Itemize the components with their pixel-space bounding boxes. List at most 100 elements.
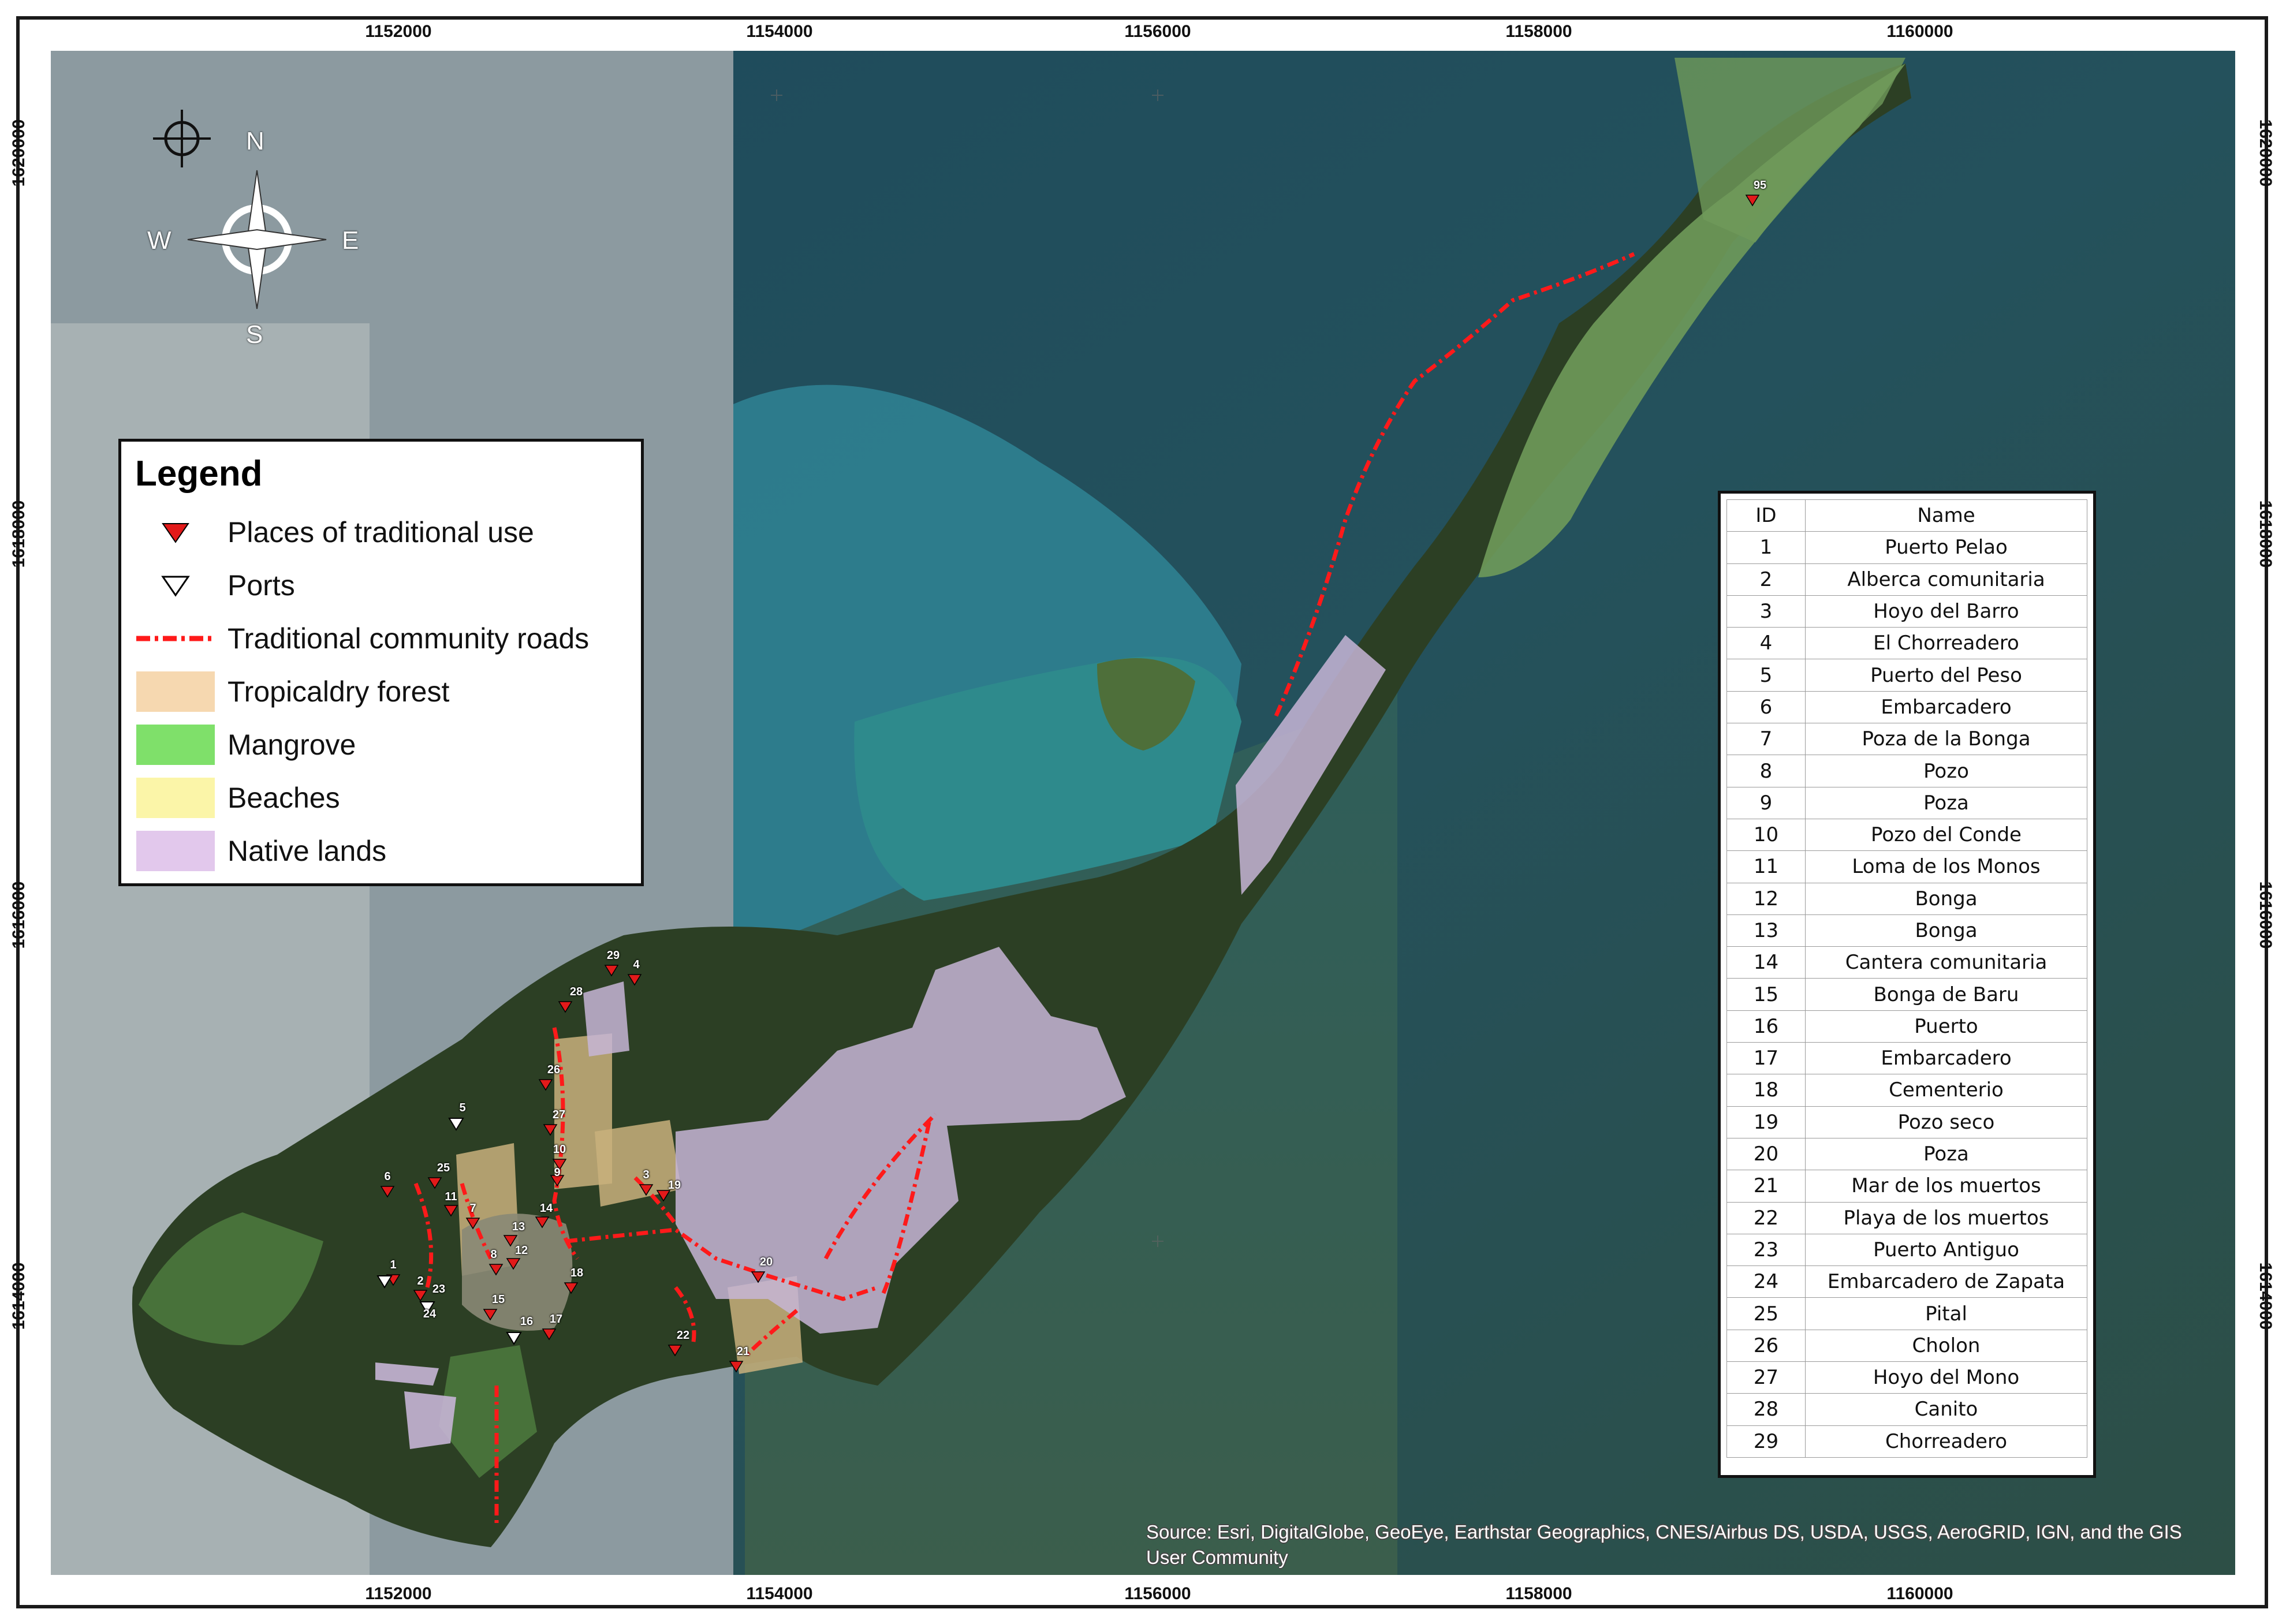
cell-name: Mar de los muertos bbox=[1805, 1170, 2087, 1203]
x-tick-top: 1154000 bbox=[746, 22, 813, 41]
table-row: 4 El Chorreadero bbox=[1726, 627, 2087, 660]
place-label: 27 bbox=[552, 1108, 566, 1121]
table-header-row: ID Name bbox=[1726, 499, 2087, 532]
y-tick-right: 1616000 bbox=[2256, 881, 2275, 949]
cell-id: 19 bbox=[1726, 1106, 1806, 1138]
cell-id: 16 bbox=[1726, 1010, 1806, 1043]
cell-id: 11 bbox=[1726, 850, 1806, 883]
table-row: 15 Bonga de Baru bbox=[1726, 978, 2087, 1011]
column-header-id: ID bbox=[1726, 499, 1806, 532]
table-row: 29 Chorreadero bbox=[1726, 1425, 2087, 1458]
x-tick-bottom: 1160000 bbox=[1886, 1584, 1953, 1603]
cell-name: Bonga bbox=[1805, 914, 2087, 947]
cell-name: Puerto Antiguo bbox=[1805, 1233, 2087, 1267]
cell-id: 23 bbox=[1726, 1233, 1806, 1267]
cell-id: 6 bbox=[1726, 690, 1806, 724]
x-tick-top: 1152000 bbox=[365, 22, 432, 41]
swatch bbox=[136, 725, 215, 765]
legend-item-label: Beaches bbox=[228, 782, 340, 814]
id-table-panel: ID Name 1 Puerto Pelao 2 Alberca comunitari… bbox=[1718, 491, 2096, 1478]
legend-item-label: Mangrove bbox=[228, 729, 356, 761]
cell-name: El Chorreadero bbox=[1805, 627, 2087, 660]
place-label: 15 bbox=[491, 1293, 505, 1306]
table-row: 24 Embarcadero de Zapata bbox=[1726, 1265, 2087, 1298]
cell-id: 18 bbox=[1726, 1074, 1806, 1107]
cell-name: Embarcadero bbox=[1805, 690, 2087, 724]
table-row: 17 Embarcadero bbox=[1726, 1042, 2087, 1075]
white-triangle-icon bbox=[161, 576, 190, 597]
cell-name: Bonga bbox=[1805, 882, 2087, 915]
cell-name: Chorreadero bbox=[1805, 1425, 2087, 1458]
table-row: 8 Pozo bbox=[1726, 755, 2087, 787]
place-label: 26 bbox=[547, 1063, 561, 1076]
table-row: 25 Pital bbox=[1726, 1297, 2087, 1330]
cell-name: Poza bbox=[1805, 1137, 2087, 1171]
table-row: 7 Poza de la Bonga bbox=[1726, 723, 2087, 756]
table-row: 22 Playa de los muertos bbox=[1726, 1201, 2087, 1234]
cell-name: Cantera comunitaria bbox=[1805, 946, 2087, 979]
legend-item-native-lands: Native lands bbox=[135, 824, 627, 878]
x-tick-top: 1158000 bbox=[1505, 22, 1572, 41]
cell-name: Pozo bbox=[1805, 755, 2087, 787]
cell-id: 5 bbox=[1726, 659, 1806, 692]
legend: Legend Places of traditional use Ports T… bbox=[118, 439, 644, 886]
place-label: 9 bbox=[554, 1166, 561, 1179]
cell-id: 4 bbox=[1726, 627, 1806, 660]
x-tick-top: 1156000 bbox=[1124, 22, 1191, 41]
place-label: 8 bbox=[490, 1248, 497, 1261]
cell-name: Hoyo del Barro bbox=[1805, 595, 2087, 628]
port-label: 5 bbox=[459, 1102, 466, 1114]
legend-item-dry-forest: Tropicaldry forest bbox=[135, 665, 627, 718]
column-header-name: Name bbox=[1805, 499, 2087, 532]
table-row: 3 Hoyo del Barro bbox=[1726, 595, 2087, 628]
place-label: 17 bbox=[549, 1313, 563, 1326]
table-row: 16 Puerto bbox=[1726, 1010, 2087, 1043]
cell-id: 14 bbox=[1726, 946, 1806, 979]
cell-name: Alberca comunitaria bbox=[1805, 563, 2087, 596]
port-label: 16 bbox=[520, 1315, 534, 1328]
cell-id: 26 bbox=[1726, 1329, 1806, 1362]
cell-name: Puerto bbox=[1805, 1010, 2087, 1043]
place-label: 14 bbox=[539, 1202, 553, 1215]
cell-id: 15 bbox=[1726, 978, 1806, 1011]
cell-id: 7 bbox=[1726, 723, 1806, 756]
x-tick-bottom: 1158000 bbox=[1505, 1584, 1572, 1603]
legend-item-label: Traditional community roads bbox=[228, 622, 590, 655]
source-attribution: Source: Esri, DigitalGlobe, GeoEye, Eart… bbox=[1146, 1521, 2182, 1568]
table-row: 14 Cantera comunitaria bbox=[1726, 946, 2087, 979]
place-label: 2 bbox=[417, 1275, 424, 1287]
x-tick-bottom: 1154000 bbox=[746, 1584, 813, 1603]
cell-id: 17 bbox=[1726, 1042, 1806, 1075]
cell-id: 21 bbox=[1726, 1170, 1806, 1203]
table-row: 9 Poza bbox=[1726, 786, 2087, 819]
cell-id: 28 bbox=[1726, 1393, 1806, 1426]
place-label: 10 bbox=[553, 1143, 566, 1156]
table-row: 19 Pozo seco bbox=[1726, 1106, 2087, 1138]
legend-item-mangrove: Mangrove bbox=[135, 718, 627, 771]
legend-item-places: Places of traditional use bbox=[135, 506, 627, 559]
y-tick-left: 1618000 bbox=[9, 500, 28, 568]
legend-item-roads: Traditional community roads bbox=[135, 612, 627, 665]
table-row: 20 Poza bbox=[1726, 1137, 2087, 1171]
table-row: 1 Puerto Pelao bbox=[1726, 531, 2087, 564]
cell-id: 3 bbox=[1726, 595, 1806, 628]
place-label: 13 bbox=[512, 1220, 525, 1233]
table-row: 10 Pozo del Conde bbox=[1726, 818, 2087, 852]
legend-item-ports: Ports bbox=[135, 559, 627, 612]
red-triangle-icon bbox=[162, 523, 189, 543]
place-label: 25 bbox=[437, 1162, 450, 1174]
y-tick-left: 1620000 bbox=[9, 119, 28, 187]
place-label: 21 bbox=[736, 1345, 750, 1358]
place-label: 19 bbox=[667, 1179, 681, 1192]
cell-id: 25 bbox=[1726, 1297, 1806, 1330]
cell-name: Bonga de Baru bbox=[1805, 978, 2087, 1011]
cell-name: Pozo del Conde bbox=[1805, 818, 2087, 852]
y-tick-right: 1620000 bbox=[2256, 119, 2275, 187]
place-label: 20 bbox=[759, 1256, 773, 1268]
cell-id: 10 bbox=[1726, 818, 1806, 852]
compass-s: S bbox=[246, 320, 263, 349]
cell-name: Playa de los muertos bbox=[1805, 1201, 2087, 1234]
legend-item-label: Tropicaldry forest bbox=[228, 675, 450, 708]
cell-id: 20 bbox=[1726, 1137, 1806, 1171]
table-row: 27 Hoyo del Mono bbox=[1726, 1361, 2087, 1394]
